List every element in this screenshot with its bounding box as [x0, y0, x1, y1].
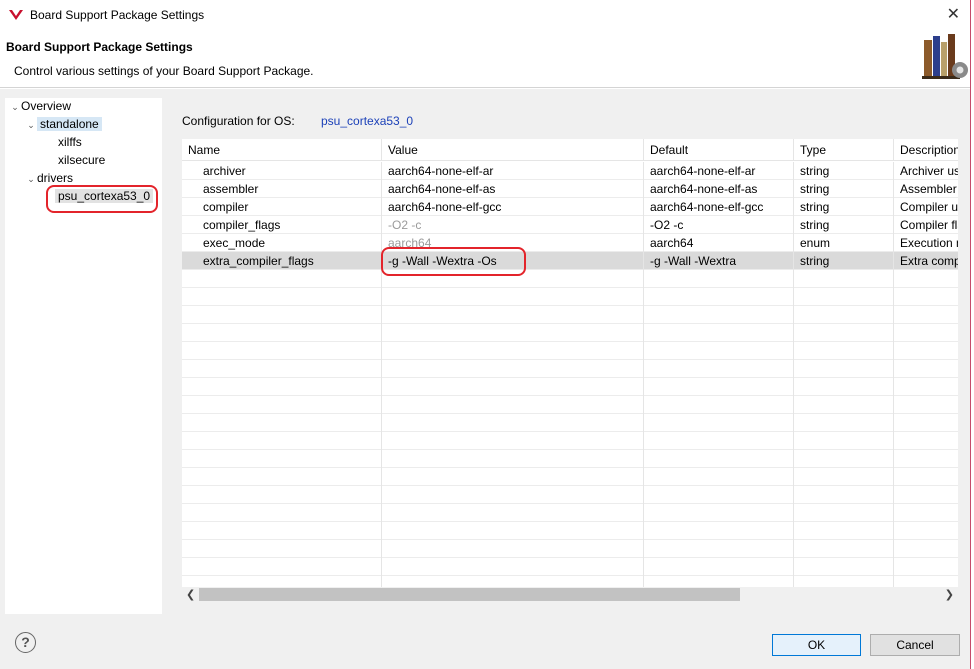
- tree-item-label: psu_cortexa53_0: [55, 189, 154, 203]
- window-titlebar: Board Support Package Settings ✕: [0, 0, 974, 30]
- tree-item-label: Overview: [21, 99, 72, 113]
- column-header-default[interactable]: Default: [644, 139, 794, 161]
- cell-name: compiler_flags: [182, 216, 382, 234]
- cell-default: -g -Wall -Wextra: [644, 252, 794, 270]
- column-header-value[interactable]: Value: [382, 139, 644, 161]
- chevron-down-icon[interactable]: ⌄: [9, 99, 21, 116]
- tree-item-overview[interactable]: ⌄ Overview: [9, 98, 71, 115]
- config-label: Configuration for OS:: [182, 114, 295, 128]
- window-border: [970, 0, 974, 669]
- tree-item-drivers[interactable]: ⌄ drivers: [25, 170, 73, 187]
- cell-default: aarch64-none-elf-gcc: [644, 198, 794, 216]
- cell-default: aarch64: [644, 234, 794, 252]
- cell-description: Compiler used to compile both BSP/Librar…: [900, 200, 958, 214]
- cell-type: string: [794, 216, 894, 234]
- column-header-name[interactable]: Name: [182, 139, 382, 161]
- tree-item-standalone[interactable]: ⌄ standalone: [25, 116, 102, 133]
- dialog-description: Control various settings of your Board S…: [14, 64, 314, 78]
- tree-item-label: xilsecure: [58, 153, 106, 167]
- column-header-description[interactable]: Description: [894, 139, 958, 161]
- cell-name: compiler: [182, 198, 382, 216]
- scroll-left-icon[interactable]: ❮: [186, 588, 195, 601]
- dialog-heading: Board Support Package Settings: [6, 40, 193, 54]
- scrollbar-thumb[interactable]: [199, 588, 740, 601]
- cell-description: Extra compiler flags used in BSP and lib…: [900, 254, 958, 268]
- cell-type: enum: [794, 234, 894, 252]
- tree-item-label: xilffs: [58, 135, 82, 149]
- cell-value[interactable]: -O2 -c: [382, 216, 644, 234]
- horizontal-scrollbar[interactable]: ❮ ❯: [182, 587, 958, 604]
- parameter-table: Name Value Default Type Description arch…: [182, 139, 958, 587]
- cell-value[interactable]: aarch64-none-elf-ar: [382, 162, 644, 180]
- scroll-right-icon[interactable]: ❯: [945, 588, 954, 601]
- table-row[interactable]: exec_mode aarch64 aarch64 enum Execution…: [182, 234, 958, 252]
- config-value: psu_cortexa53_0: [321, 114, 414, 128]
- help-icon[interactable]: ?: [15, 632, 36, 653]
- tree-item-xilsecure[interactable]: xilsecure: [58, 152, 105, 169]
- table-row[interactable]: assembler aarch64-none-elf-as aarch64-no…: [182, 180, 958, 198]
- tree-item-label: drivers: [37, 171, 74, 185]
- column-header-type[interactable]: Type: [794, 139, 894, 161]
- cell-value[interactable]: aarch64-none-elf-gcc: [382, 198, 644, 216]
- table-row[interactable]: archiver aarch64-none-elf-ar aarch64-non…: [182, 162, 958, 180]
- cell-description: Archiver used to archive libraries for b…: [900, 164, 958, 178]
- cell-value[interactable]: -g -Wall -Wextra -Os: [382, 252, 644, 270]
- window-title: Board Support Package Settings: [30, 8, 205, 22]
- tree-item-processor[interactable]: psu_cortexa53_0: [55, 188, 154, 205]
- books-settings-icon: [922, 34, 968, 79]
- cell-name: archiver: [182, 162, 382, 180]
- cell-default: aarch64-none-elf-as: [644, 180, 794, 198]
- tree-item-xilffs[interactable]: xilffs: [58, 134, 82, 151]
- chevron-down-icon[interactable]: ⌄: [25, 171, 37, 188]
- chevron-down-icon[interactable]: ⌄: [25, 117, 37, 134]
- dialog-footer: ? OK Cancel: [0, 620, 970, 669]
- cell-value[interactable]: aarch64: [382, 234, 644, 252]
- cell-type: string: [794, 252, 894, 270]
- cell-description: Assembler used to assemble both BSP/Libr…: [900, 182, 958, 196]
- table-header: Name Value Default Type Description: [182, 139, 958, 161]
- cancel-button[interactable]: Cancel: [870, 634, 960, 656]
- cell-name: exec_mode: [182, 234, 382, 252]
- table-row-selected[interactable]: extra_compiler_flags -g -Wall -Wextra -O…: [182, 252, 958, 270]
- cell-default: -O2 -c: [644, 216, 794, 234]
- column-dividers: [182, 270, 958, 587]
- xilinx-logo-icon: [9, 10, 23, 20]
- tree-item-label: standalone: [37, 117, 102, 131]
- cell-default: aarch64-none-elf-ar: [644, 162, 794, 180]
- dialog-banner: Board Support Package Settings Control v…: [0, 30, 974, 88]
- cell-type: string: [794, 198, 894, 216]
- cell-description: Compiler flags used in BSP and library g…: [900, 218, 958, 232]
- cell-description: Execution mode: [900, 236, 958, 250]
- cell-value[interactable]: aarch64-none-elf-as: [382, 180, 644, 198]
- table-row[interactable]: compiler_flags -O2 -c -O2 -c string Comp…: [182, 216, 958, 234]
- cell-name: assembler: [182, 180, 382, 198]
- cell-type: string: [794, 162, 894, 180]
- bsp-tree: ⌄ Overview ⌄ standalone xilffs xilsecure ⌄…: [5, 98, 162, 614]
- cell-name: extra_compiler_flags: [182, 252, 382, 270]
- table-row[interactable]: compiler aarch64-none-elf-gcc aarch64-no…: [182, 198, 958, 216]
- cell-type: string: [794, 180, 894, 198]
- ok-button[interactable]: OK: [772, 634, 861, 656]
- close-icon[interactable]: ✕: [947, 4, 960, 24]
